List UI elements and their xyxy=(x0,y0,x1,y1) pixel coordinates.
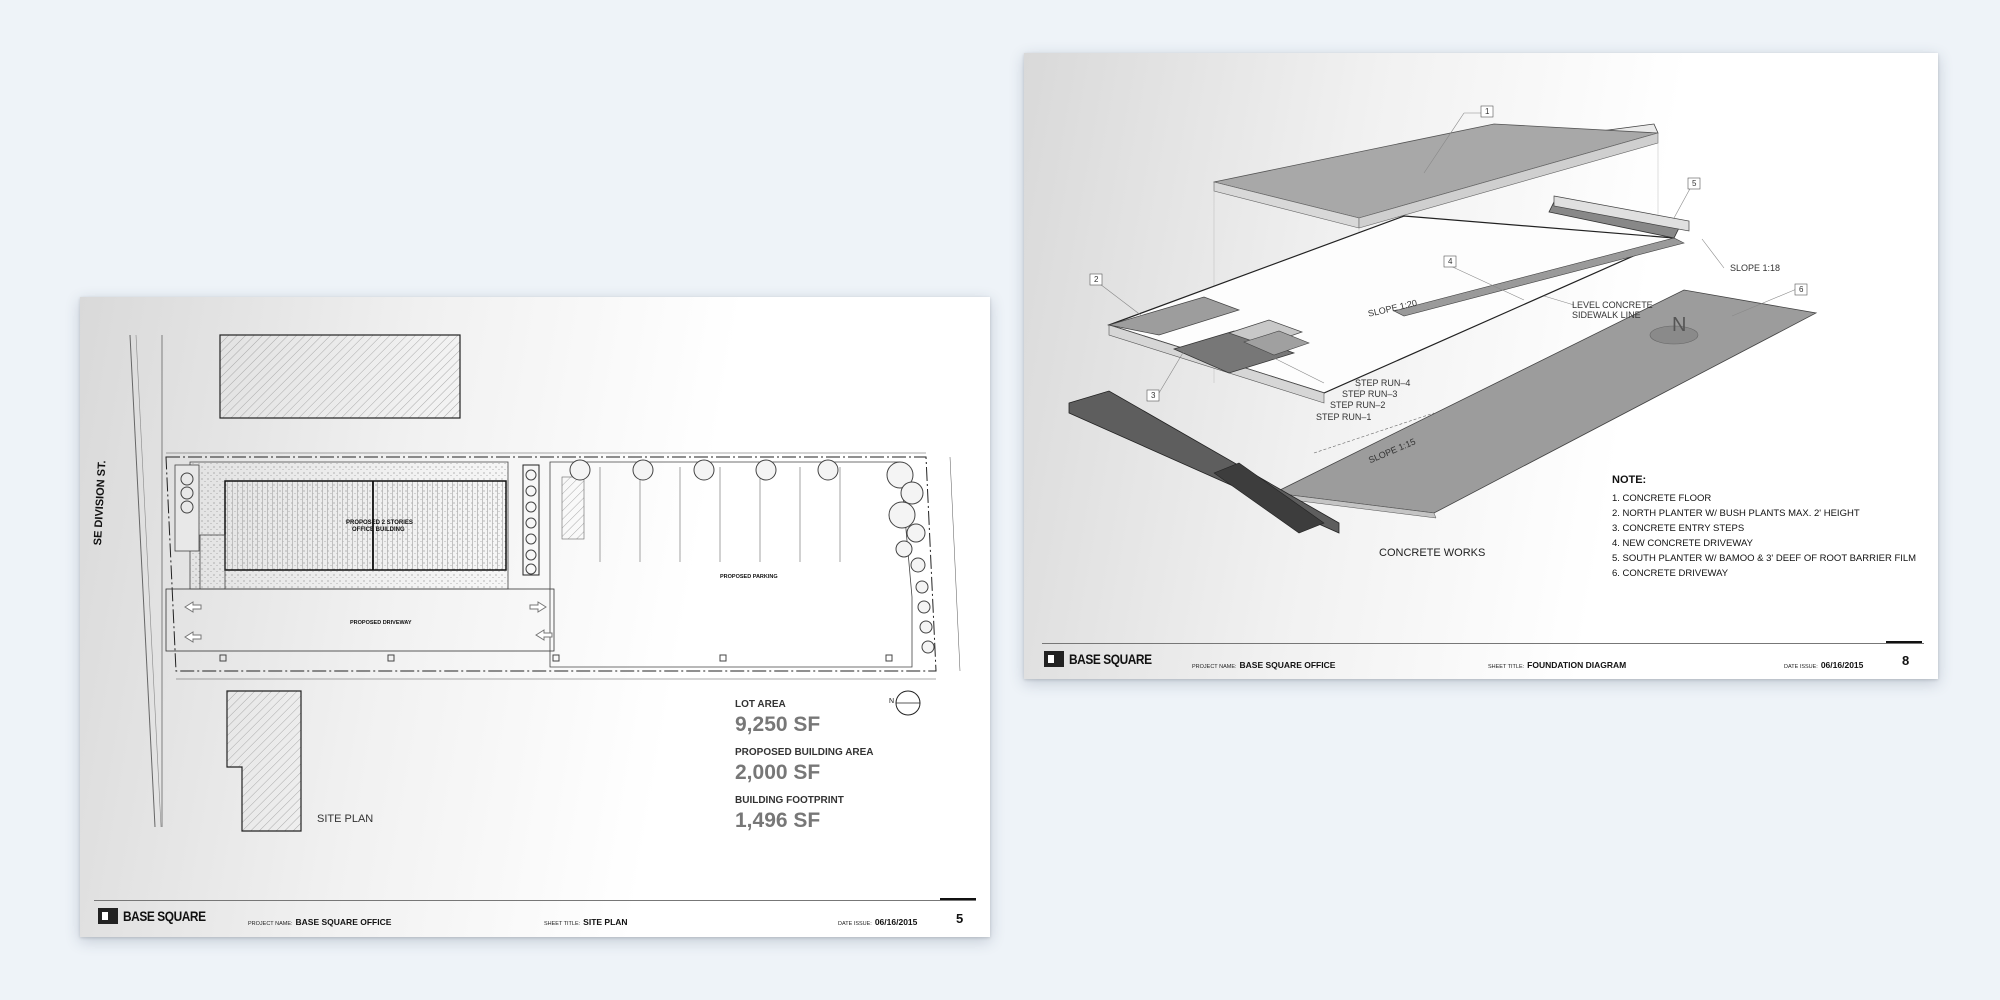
step-run-2-label: STEP RUN–2 xyxy=(1330,400,1386,410)
callout-5: 5 xyxy=(1692,179,1697,188)
sheet-title-label: SHEET TITLE: xyxy=(1488,664,1525,670)
titleblock-rule xyxy=(94,900,976,901)
logo-text: BASE SQUARE xyxy=(1069,651,1152,667)
note-item: 1. CONCRETE FLOOR xyxy=(1612,493,1712,504)
building-label-line1: PROPOSED 2 STORIES xyxy=(346,520,413,526)
footprint-label: BUILDING FOOTPRINT xyxy=(735,795,844,806)
parking-label: PROPOSED PARKING xyxy=(720,574,778,580)
sheet-title-label: SHEET TITLE: xyxy=(544,921,581,927)
note-item: 6. CONCRETE DRIVEWAY xyxy=(1612,568,1729,579)
north-marker-label: N xyxy=(1672,314,1687,336)
sheet-number-rule xyxy=(940,898,976,900)
date-issue-label: DATE ISSUE: xyxy=(1784,664,1818,670)
logo-mark-icon xyxy=(1044,651,1064,667)
callout-6: 6 xyxy=(1799,285,1804,294)
step-run-4-label: STEP RUN–4 xyxy=(1355,378,1411,388)
callout-3: 3 xyxy=(1151,391,1156,400)
brand-logo: BASE SQUARE xyxy=(1044,651,1166,667)
sheet-title-field: SHEET TITLE: SITE PLAN xyxy=(544,917,628,927)
sheet-number: 8 xyxy=(1902,653,1910,668)
site-plan-sheet[interactable]: SE DIVISION ST. PROPOSED 2 STORIES OFFIC… xyxy=(80,297,990,937)
note-item: 4. NEW CONCRETE DRIVEWAY xyxy=(1612,538,1753,549)
sheet-title-value: FOUNDATION DIAGRAM xyxy=(1527,660,1627,670)
callout-1: 1 xyxy=(1485,107,1490,116)
north-arrow-label: N xyxy=(889,698,895,705)
date-issue-value: 06/16/2015 xyxy=(874,917,918,927)
step-run-3-label: STEP RUN–3 xyxy=(1342,389,1398,399)
site-plan-drawing xyxy=(129,334,961,832)
slope-1-18-label: SLOPE 1:18 xyxy=(1730,263,1781,273)
building-area-label: PROPOSED BUILDING AREA xyxy=(735,747,874,758)
step-run-1-label: STEP RUN–1 xyxy=(1316,412,1372,422)
drawing-title: SITE PLAN xyxy=(317,813,374,825)
lot-area-label: LOT AREA xyxy=(735,699,786,710)
project-name-label: PROJECT NAME: xyxy=(248,921,293,927)
drawing-title: CONCRETE WORKS xyxy=(1379,547,1486,559)
project-name-label: PROJECT NAME: xyxy=(1192,664,1237,670)
date-issue-field: DATE ISSUE: 06/16/2015 xyxy=(1784,660,1863,670)
notes-heading: NOTE: xyxy=(1612,474,1647,486)
project-name-value: BASE SQUARE OFFICE xyxy=(295,917,392,927)
sheet-number: 5 xyxy=(956,911,964,926)
sheet-title-field: SHEET TITLE: FOUNDATION DIAGRAM xyxy=(1488,660,1626,670)
building-area-value: 2,000 SF xyxy=(735,761,821,784)
project-name-value: BASE SQUARE OFFICE xyxy=(1239,660,1336,670)
date-issue-field: DATE ISSUE: 06/16/2015 xyxy=(838,917,917,927)
callout-2: 2 xyxy=(1094,275,1099,284)
logo-mark-icon xyxy=(98,908,118,924)
level-concrete-label: LEVEL CONCRETE xyxy=(1572,300,1653,310)
foundation-diagram-sheet[interactable]: 1 2 3 4 5 6 SLOPE 1:20 SLOPE 1:18 SLOPE … xyxy=(1024,53,1938,679)
sheet-number-rule xyxy=(1886,641,1922,643)
sidewalk-line-label: SIDEWALK LINE xyxy=(1572,310,1641,320)
date-issue-value: 06/16/2015 xyxy=(1820,660,1864,670)
logo-text: BASE SQUARE xyxy=(123,908,206,924)
note-item: 2. NORTH PLANTER W/ BUSH PLANTS MAX. 2' … xyxy=(1612,508,1860,519)
titleblock-rule xyxy=(1042,643,1924,644)
note-item: 3. CONCRETE ENTRY STEPS xyxy=(1612,523,1745,534)
footprint-value: 1,496 SF xyxy=(735,809,821,832)
building-label-line2: OFFICE BUILDING xyxy=(352,527,405,533)
foundation-diagram-drawing xyxy=(1068,105,1818,534)
note-item: 5. SOUTH PLANTER W/ BAMOO & 3' DEEF OF R… xyxy=(1612,553,1917,564)
project-name-field: PROJECT NAME: BASE SQUARE OFFICE xyxy=(1192,660,1335,670)
date-issue-label: DATE ISSUE: xyxy=(838,921,872,927)
driveway-label: PROPOSED DRIVEWAY xyxy=(350,620,412,626)
lot-area-value: 9,250 SF xyxy=(735,713,821,736)
project-name-field: PROJECT NAME: BASE SQUARE OFFICE xyxy=(248,917,391,927)
sheet-title-value: SITE PLAN xyxy=(583,917,628,927)
callout-4: 4 xyxy=(1448,257,1453,266)
brand-logo: BASE SQUARE xyxy=(98,908,220,924)
